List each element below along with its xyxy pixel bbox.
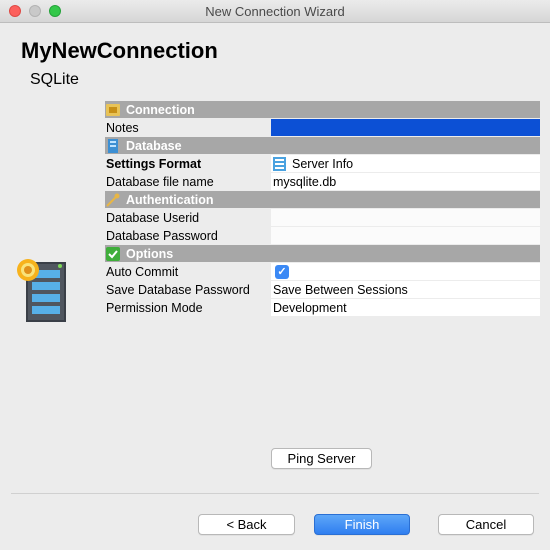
password-field[interactable]: [271, 227, 540, 244]
section-label: Options: [126, 246, 174, 261]
property-row-save-password[interactable]: Save Database Password Save Between Sess…: [105, 281, 540, 299]
auto-commit-field[interactable]: ✓: [271, 263, 540, 280]
save-password-field[interactable]: Save Between Sessions: [271, 281, 540, 298]
property-row-permission-mode[interactable]: Permission Mode Development: [105, 299, 540, 317]
section-label: Connection: [126, 102, 195, 117]
database-file-field[interactable]: mysqlite.db: [271, 173, 540, 190]
property-label: Auto Commit: [106, 264, 179, 279]
cancel-button[interactable]: Cancel: [438, 514, 534, 535]
server-info-icon: [273, 156, 286, 171]
divider: [11, 493, 539, 494]
property-row-password[interactable]: Database Password: [105, 227, 540, 245]
key-icon: [106, 193, 120, 207]
property-row-userid[interactable]: Database Userid: [105, 209, 540, 227]
property-sheet: Connection Notes Database Settings Forma…: [105, 101, 540, 317]
property-label: Database file name: [106, 174, 214, 189]
section-options[interactable]: Options: [105, 245, 540, 263]
settings-format-value: Server Info: [292, 156, 354, 171]
driver-name: SQLite: [30, 71, 79, 88]
userid-field[interactable]: [271, 209, 540, 226]
title-bar: New Connection Wizard: [0, 0, 550, 23]
database-icon: [108, 138, 118, 153]
connection-icon: [106, 103, 120, 116]
auto-commit-checkbox[interactable]: ✓: [275, 264, 289, 279]
property-label: Permission Mode: [106, 300, 203, 315]
section-authentication[interactable]: Authentication: [105, 191, 540, 209]
permission-mode-field[interactable]: Development: [271, 299, 540, 316]
section-label: Database: [126, 138, 182, 153]
window-title: New Connection Wizard: [205, 4, 345, 19]
property-label: Settings Format: [106, 156, 202, 171]
section-connection[interactable]: Connection: [105, 101, 540, 119]
property-label: Database Password: [106, 228, 218, 243]
section-database[interactable]: Database: [105, 137, 540, 155]
checkmark-icon: [106, 246, 120, 261]
section-label: Authentication: [126, 192, 214, 207]
property-row-settings-format[interactable]: Settings Format Server Info: [105, 155, 540, 173]
property-row-database-file[interactable]: Database file name mysqlite.db: [105, 173, 540, 191]
ping-server-button[interactable]: Ping Server: [271, 448, 372, 469]
property-label: Database Userid: [106, 210, 200, 225]
property-label: Save Database Password: [106, 282, 250, 297]
property-row-notes[interactable]: Notes: [105, 119, 540, 137]
property-label: Notes: [106, 120, 139, 135]
back-button[interactable]: < Back: [198, 514, 295, 535]
notes-field[interactable]: [271, 119, 540, 136]
connection-name: MyNewConnection: [21, 38, 218, 63]
settings-format-field[interactable]: Server Info: [271, 155, 540, 172]
property-row-auto-commit[interactable]: Auto Commit ✓: [105, 263, 540, 281]
server-icon: [17, 259, 66, 322]
finish-button[interactable]: Finish: [314, 514, 410, 535]
